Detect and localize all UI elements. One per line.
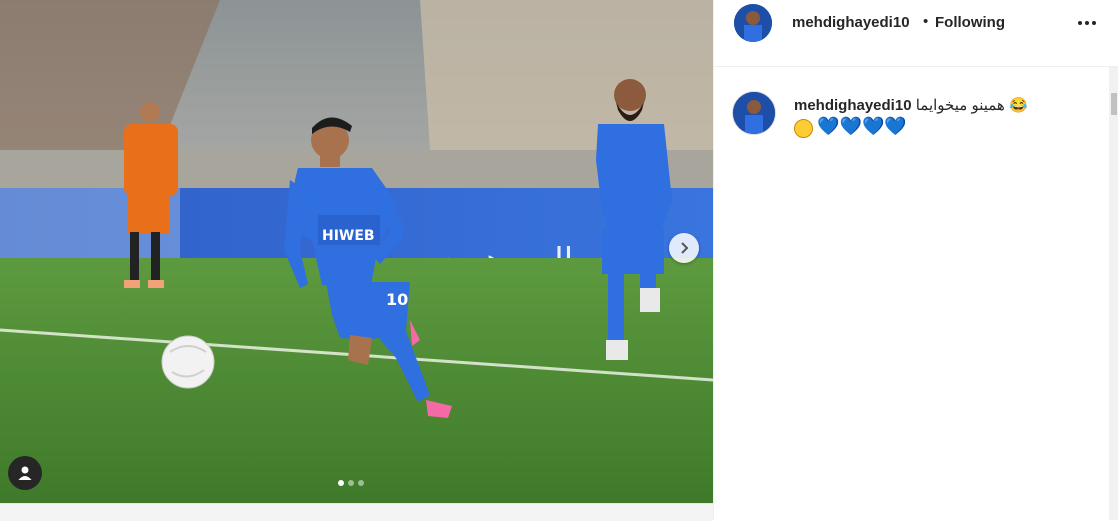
carousel-indicators xyxy=(338,480,364,486)
caption-body: mehdighayedi10 همینو میخوایما 😂 💙💙💙💙 xyxy=(794,95,1064,138)
caption-author-avatar[interactable] xyxy=(732,91,776,135)
author-username-link[interactable]: mehdighayedi10 xyxy=(792,14,910,31)
author-avatar[interactable] xyxy=(734,4,772,42)
football xyxy=(161,335,215,389)
tagged-users-button[interactable] xyxy=(8,456,42,490)
caption-text: همینو میخوایما xyxy=(915,97,1005,114)
media-bottom-strip xyxy=(0,503,713,521)
following-button[interactable]: Following xyxy=(935,14,1005,31)
carousel-dot-3 xyxy=(358,480,364,486)
more-options-icon[interactable] xyxy=(1076,14,1098,32)
blue-hearts: 💙💙💙💙 xyxy=(817,116,907,136)
sponsor-text: HIWEB xyxy=(322,228,375,244)
smile-emoji-icon xyxy=(794,118,813,138)
football-photo: الم رهبری HIWEB xyxy=(0,0,713,503)
instagram-post: الم رهبری HIWEB xyxy=(0,0,1118,521)
carousel-dot-1 xyxy=(338,480,344,486)
scrollbar-thumb[interactable] xyxy=(1111,93,1117,115)
caption-username-link[interactable]: mehdighayedi10 xyxy=(794,97,912,114)
follow-separator: • xyxy=(923,13,929,30)
laughing-emoji-icon: 😂 xyxy=(1009,97,1028,114)
chevron-right-icon xyxy=(677,241,691,255)
post-side-panel: mehdighayedi10 • Following mehdighayedi1… xyxy=(713,0,1118,520)
post-photo[interactable]: الم رهبری HIWEB xyxy=(0,0,713,503)
carousel-next-button[interactable] xyxy=(669,233,699,263)
comments-scrollbar[interactable] xyxy=(1109,67,1118,520)
carousel-dot-2 xyxy=(348,480,354,486)
post-header: mehdighayedi10 • Following xyxy=(714,0,1118,67)
jersey-number: 10 xyxy=(386,290,408,309)
user-tag-icon xyxy=(17,465,33,481)
